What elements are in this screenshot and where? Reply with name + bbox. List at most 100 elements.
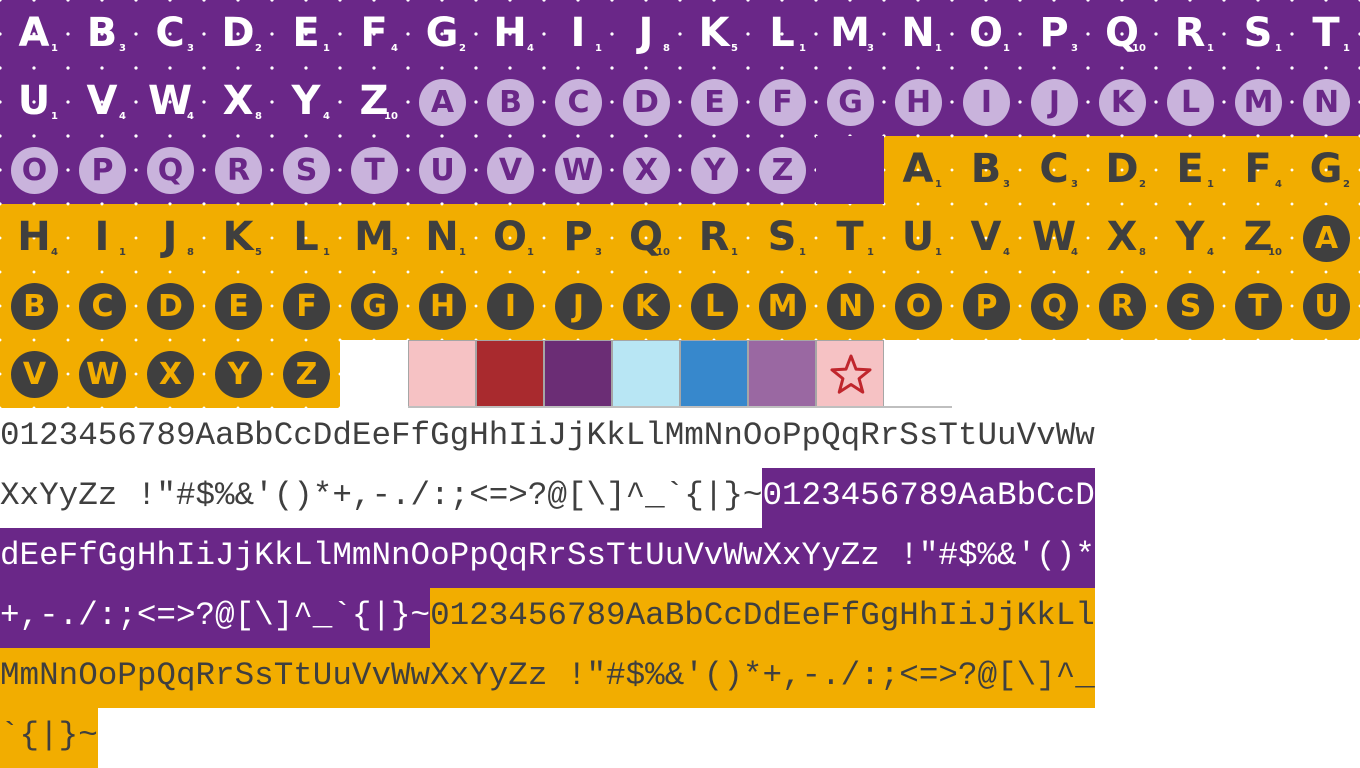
purple-circle-tile-r: R (204, 136, 272, 204)
purple-circle-tile-z: Z (748, 136, 816, 204)
tile-circle-letter: X (623, 147, 670, 194)
purple-square-tile-e: E1 (272, 0, 340, 68)
red-swatch (476, 340, 544, 408)
purple-square-tile-d: D2 (204, 0, 272, 68)
purple-square-tile-l: L1 (748, 0, 816, 68)
gold-circle-tile-m: M (748, 272, 816, 340)
gold-square-tile-b: B3 (952, 136, 1020, 204)
tile-circle-letter: I (963, 79, 1010, 126)
purple-square-tile-q: Q 10 (1088, 0, 1156, 68)
tile-points: 1 (731, 247, 738, 258)
tile-circle-letter: W (555, 147, 602, 194)
purple-circle-tile-i: I (952, 68, 1020, 136)
purple-circle-tile-n: N (1292, 68, 1360, 136)
tile-circle-letter: Y (691, 147, 738, 194)
glyph-line: `{|}~ (0, 708, 98, 768)
purple-glyph-run: 0123456789AaBbCcD (762, 468, 1095, 528)
tile-circle-letter: M (759, 283, 806, 330)
tile-circle-letter: L (1167, 79, 1214, 126)
purple-square-tile-b: B3 (68, 0, 136, 68)
gold-square-tile-g: G2 (1292, 136, 1360, 204)
gold-square-tile-e: E1 (1156, 136, 1224, 204)
tile-points: 1 (323, 43, 330, 54)
tile-points: 1 (935, 179, 942, 190)
tile-circle-letter: K (1099, 79, 1146, 126)
gold-circle-tile-y: Y (204, 340, 272, 408)
tile-points: 4 (119, 111, 126, 122)
glyph-line: +,-./:;<=>?@[\]^_`{|}~0123456789AaBbCcDd… (0, 588, 1095, 648)
tile-circle-letter: S (1167, 283, 1214, 330)
tile-circle-letter: Z (759, 147, 806, 194)
gold-square-tile-q: Q 10 (612, 204, 680, 272)
tile-points: 1 (935, 247, 942, 258)
tile-circle-letter: L (691, 283, 738, 330)
gold-circle-tile-g: G (340, 272, 408, 340)
tile-points: 4 (1207, 247, 1214, 258)
tile-circle-letter: S (283, 147, 330, 194)
gold-circle-tile-d: D (136, 272, 204, 340)
purple-square-tile-r: R1 (1156, 0, 1224, 68)
tile-circle-letter: B (487, 79, 534, 126)
tile-circle-letter: F (759, 79, 806, 126)
tile-points: 8 (187, 247, 194, 258)
gold-square-tile-z: Z 10 (1224, 204, 1292, 272)
tile-circle-letter: P (963, 283, 1010, 330)
gold-square-tile-p: P3 (544, 204, 612, 272)
purple-square-tile-g: G2 (408, 0, 476, 68)
gold-square-tile-n: N1 (408, 204, 476, 272)
tile-points: 1 (51, 111, 58, 122)
tile-circle-letter: X (147, 351, 194, 398)
tile-circle-letter: N (1303, 79, 1350, 126)
gold-square-tile-d: D2 (1088, 136, 1156, 204)
tile-points: 3 (867, 43, 874, 54)
purple-circle-tile-d: D (612, 68, 680, 136)
gold-circle-tile-e: E (204, 272, 272, 340)
glyph-line: MmNnOoPpQqRrSsTtUuVvWwXxYyZz !"#$%&'()*+… (0, 648, 1095, 708)
gold-circle-tile-w: W (68, 340, 136, 408)
purple-square-tile-m: M3 (816, 0, 884, 68)
gold-glyph-run: MmNnOoPpQqRrSsTtUuVvWwXxYyZz !"#$%&'()*+… (0, 648, 1095, 708)
gold-square-tile-c: C3 (1020, 136, 1088, 204)
gold-circle-tile-v: V (0, 340, 68, 408)
purple-circle-tile-e: E (680, 68, 748, 136)
purple-square-tile-z: Z 10 (340, 68, 408, 136)
tile-points: 1 (799, 43, 806, 54)
tile-points: 1 (1207, 43, 1214, 54)
purple-circle-tile-g: G (816, 68, 884, 136)
tile-circle-letter: F (283, 283, 330, 330)
tile-points: 1 (459, 247, 466, 258)
purple-square-tile-x: X8 (204, 68, 272, 136)
gold-circle-tile-p: P (952, 272, 1020, 340)
white-glyph-run: XxYyZz !"#$%&'()*+,-./:;<=>?@[\]^_`{|}~ (0, 468, 763, 528)
purple-square-tile-s: S1 (1224, 0, 1292, 68)
gold-square-tile-f: F4 (1224, 136, 1292, 204)
gold-circle-tile-b: B (0, 272, 68, 340)
tile-points: 5 (255, 247, 262, 258)
tile-points: 2 (459, 43, 466, 54)
tile-circle-letter: P (79, 147, 126, 194)
purple-circle-tile-v: V (476, 136, 544, 204)
tile-circle-letter: Y (215, 351, 262, 398)
tile-points: 4 (1275, 179, 1282, 190)
gold-circle-tile-o: O (884, 272, 952, 340)
tile-points: 1 (1003, 43, 1010, 54)
purple-circle-tile-u: U (408, 136, 476, 204)
tile-points: 8 (255, 111, 262, 122)
gold-circle-tile-r: R (1088, 272, 1156, 340)
tile-circle-letter: V (487, 147, 534, 194)
tile-points: 10 (656, 247, 670, 258)
gold-square-tile-k: K5 (204, 204, 272, 272)
gold-circle-tile-c: C (68, 272, 136, 340)
purple-square-tile-t: T1 (1292, 0, 1360, 68)
purple-square-tile-f: F4 (340, 0, 408, 68)
tile-points: 4 (1071, 247, 1078, 258)
tile-points: 10 (384, 111, 398, 122)
gold-square-tile-y: Y4 (1156, 204, 1224, 272)
gold-square-tile-s: S1 (748, 204, 816, 272)
purple-square-tile-o: O1 (952, 0, 1020, 68)
tile-points: 4 (323, 111, 330, 122)
blue-swatch (680, 340, 748, 408)
tile-circle-letter: C (79, 283, 126, 330)
tile-circle-letter: D (147, 283, 194, 330)
gold-square-tile-l: L1 (272, 204, 340, 272)
